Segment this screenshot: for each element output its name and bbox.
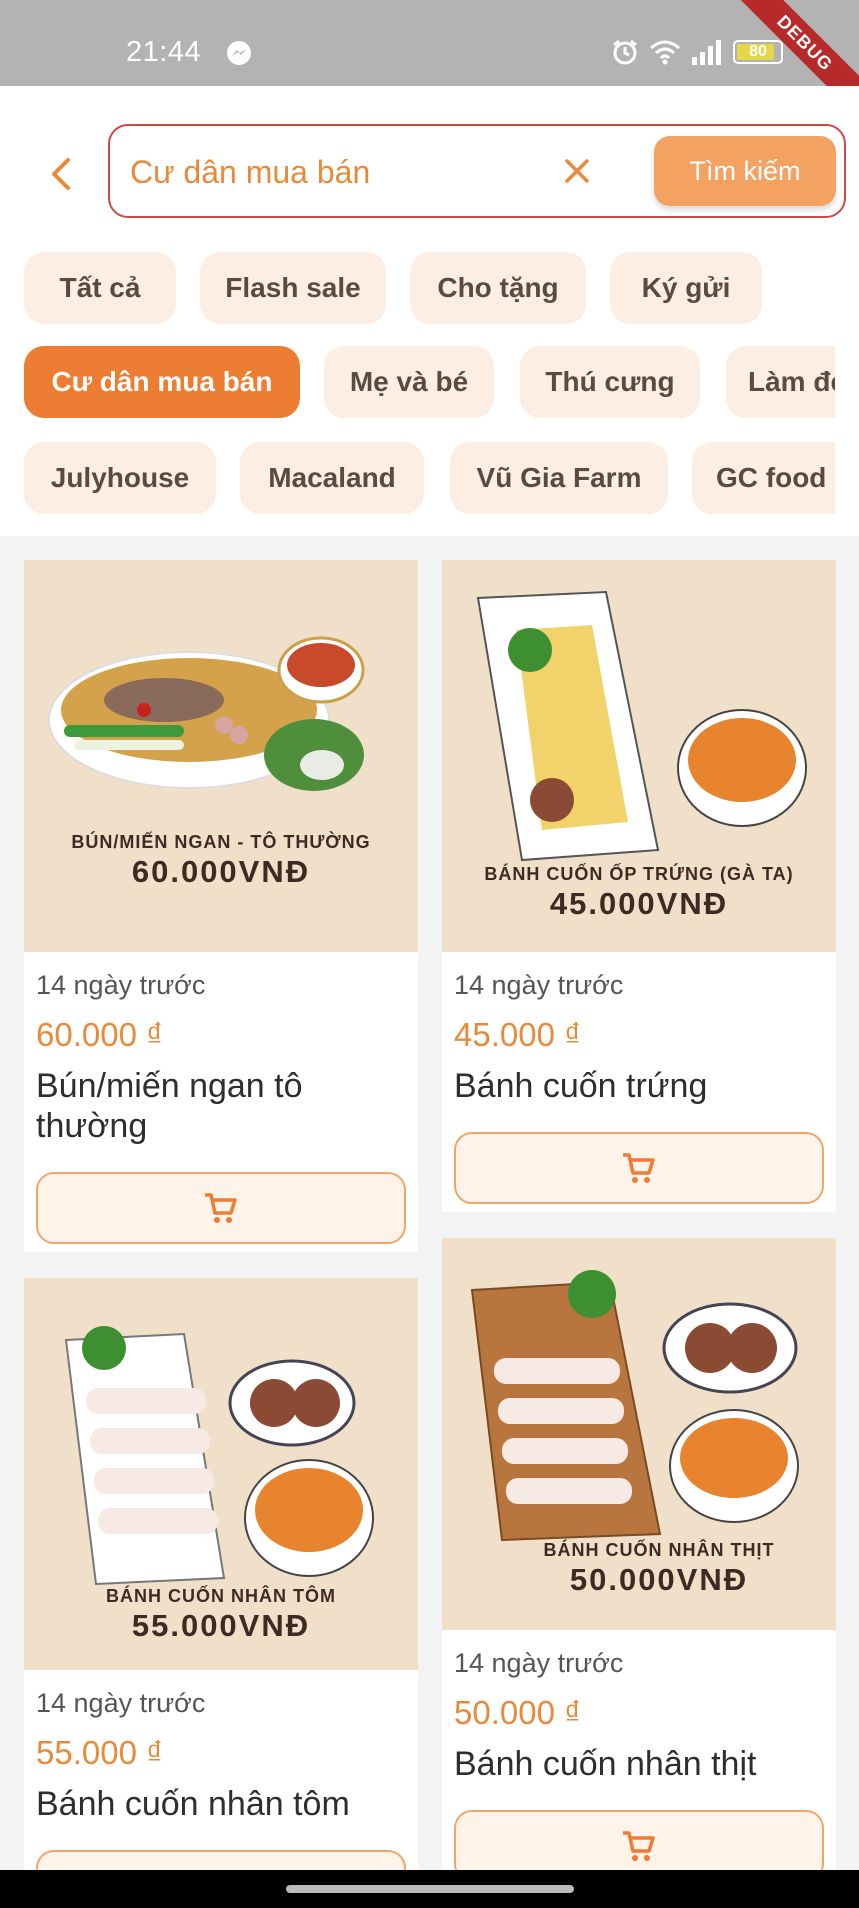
wifi-icon bbox=[650, 40, 680, 65]
chip-me-va-be[interactable]: Mẹ và bé bbox=[324, 346, 494, 418]
battery-icon: 80 bbox=[733, 40, 783, 64]
product-name: Bánh cuốn nhân tôm bbox=[36, 1785, 350, 1823]
add-to-cart-button[interactable] bbox=[36, 1172, 406, 1244]
product-price: 60.000 ₫ bbox=[36, 1016, 164, 1053]
search-panel: Cư dân mua bán Tìm kiếm Tất cả Flash sal… bbox=[0, 86, 859, 536]
category-row-1: Tất cả Flash sale Cho tặng Ký gửi bbox=[0, 252, 835, 324]
home-gesture-handle[interactable] bbox=[286, 1885, 574, 1893]
noodle-bowl-illustration bbox=[48, 636, 365, 791]
status-bar: 21:44 80 DEBUG bbox=[0, 0, 859, 125]
category-row-3: Julyhouse Macaland Vũ Gia Farm GC food bbox=[0, 442, 835, 514]
post-time: 14 ngày trước bbox=[454, 1648, 624, 1678]
poster-price: 45.000VNĐ bbox=[549, 886, 729, 921]
chip-thu-cung[interactable]: Thú cưng bbox=[520, 346, 700, 418]
chip-ky-gui[interactable]: Ký gửi bbox=[610, 252, 762, 324]
search-query[interactable]: Cư dân mua bán bbox=[130, 154, 370, 191]
app-screen: 21:44 80 DEBUG Cư dân mua bán Tìm kiếm T… bbox=[0, 0, 859, 1908]
product-card[interactable]: BÁNH CUỐN ỐP TRỨNG (GÀ TA) 45.000VNĐ 14 … bbox=[442, 560, 836, 1212]
cart-icon bbox=[623, 1831, 655, 1861]
back-chevron-icon bbox=[52, 158, 70, 190]
product-price: 45.000 ₫ bbox=[454, 1016, 582, 1053]
cart-icon bbox=[205, 1193, 237, 1223]
poster-title: BÁNH CUỐN NHÂN THỊT bbox=[543, 1540, 775, 1560]
product-price: 55.000 ₫ bbox=[36, 1734, 164, 1771]
product-price: 50.000 ₫ bbox=[454, 1694, 582, 1731]
poster-title: BÁNH CUỐN NHÂN TÔM bbox=[106, 1586, 336, 1606]
cart-icon bbox=[623, 1153, 655, 1183]
search-input[interactable]: Cư dân mua bán Tìm kiếm bbox=[108, 124, 846, 218]
chip-tat-ca[interactable]: Tất cả bbox=[24, 252, 176, 324]
post-time: 14 ngày trước bbox=[454, 970, 624, 1000]
back-button[interactable] bbox=[40, 154, 80, 194]
poster-price: 50.000VNĐ bbox=[569, 1562, 749, 1597]
poster-title: BÚN/MIẾN NGAN - TÔ THƯỜNG bbox=[71, 832, 371, 852]
post-time: 14 ngày trước bbox=[36, 1688, 206, 1718]
status-time: 21:44 bbox=[126, 36, 202, 68]
chip-lam-dep[interactable]: Làm đẹp bbox=[726, 346, 835, 418]
post-time: 14 ngày trước bbox=[36, 970, 206, 1000]
signal-icon bbox=[692, 40, 721, 65]
product-image: BÁNH CUỐN NHÂN THỊT 50.000VNĐ bbox=[442, 1238, 836, 1630]
search-button[interactable]: Tìm kiếm bbox=[654, 136, 836, 206]
product-image: BÁNH CUỐN ỐP TRỨNG (GÀ TA) 45.000VNĐ bbox=[442, 560, 836, 952]
chip-flash-sale[interactable]: Flash sale bbox=[200, 252, 386, 324]
poster-price: 55.000VNĐ bbox=[131, 1608, 311, 1643]
status-icons: 80 bbox=[611, 38, 783, 66]
chip-macaland[interactable]: Macaland bbox=[240, 442, 424, 514]
product-name: Bánh cuốn nhân thịt bbox=[454, 1745, 757, 1783]
messenger-icon bbox=[227, 41, 251, 65]
alarm-icon bbox=[613, 39, 637, 65]
poster-title: BÁNH CUỐN ỐP TRỨNG (GÀ TA) bbox=[484, 864, 794, 884]
product-image: BÚN/MIẾN NGAN - TÔ THƯỜNG 60.000VNĐ bbox=[24, 560, 418, 952]
product-card[interactable]: BÁNH CUỐN NHÂN THỊT 50.000VNĐ 14 ngày tr… bbox=[442, 1238, 836, 1882]
poster-price: 60.000VNĐ bbox=[131, 854, 311, 889]
chip-gc-food[interactable]: GC food bbox=[692, 442, 835, 514]
product-name: Bánh cuốn trứng bbox=[454, 1067, 708, 1105]
product-image: BÁNH CUỐN NHÂN TÔM 55.000VNĐ bbox=[24, 1278, 418, 1670]
clear-icon[interactable] bbox=[560, 154, 594, 188]
product-card[interactable]: BÚN/MIẾN NGAN - TÔ THƯỜNG 60.000VNĐ 14 n… bbox=[24, 560, 418, 1252]
category-row-2: Cư dân mua bán Mẹ và bé Thú cưng Làm đẹp bbox=[0, 346, 835, 418]
chip-julyhouse[interactable]: Julyhouse bbox=[24, 442, 216, 514]
product-card[interactable]: BÁNH CUỐN NHÂN TÔM 55.000VNĐ 14 ngày trư… bbox=[24, 1278, 418, 1908]
chip-vu-gia-farm[interactable]: Vũ Gia Farm bbox=[450, 442, 668, 514]
system-navigation-bar bbox=[0, 1870, 859, 1908]
chip-cho-tang[interactable]: Cho tặng bbox=[410, 252, 586, 324]
add-to-cart-button[interactable] bbox=[454, 1132, 824, 1204]
chip-cu-dan-mua-ban[interactable]: Cư dân mua bán bbox=[24, 346, 300, 418]
product-name: Bún/miến ngan tô thường bbox=[36, 1067, 303, 1145]
battery-percent: 80 bbox=[749, 43, 767, 60]
